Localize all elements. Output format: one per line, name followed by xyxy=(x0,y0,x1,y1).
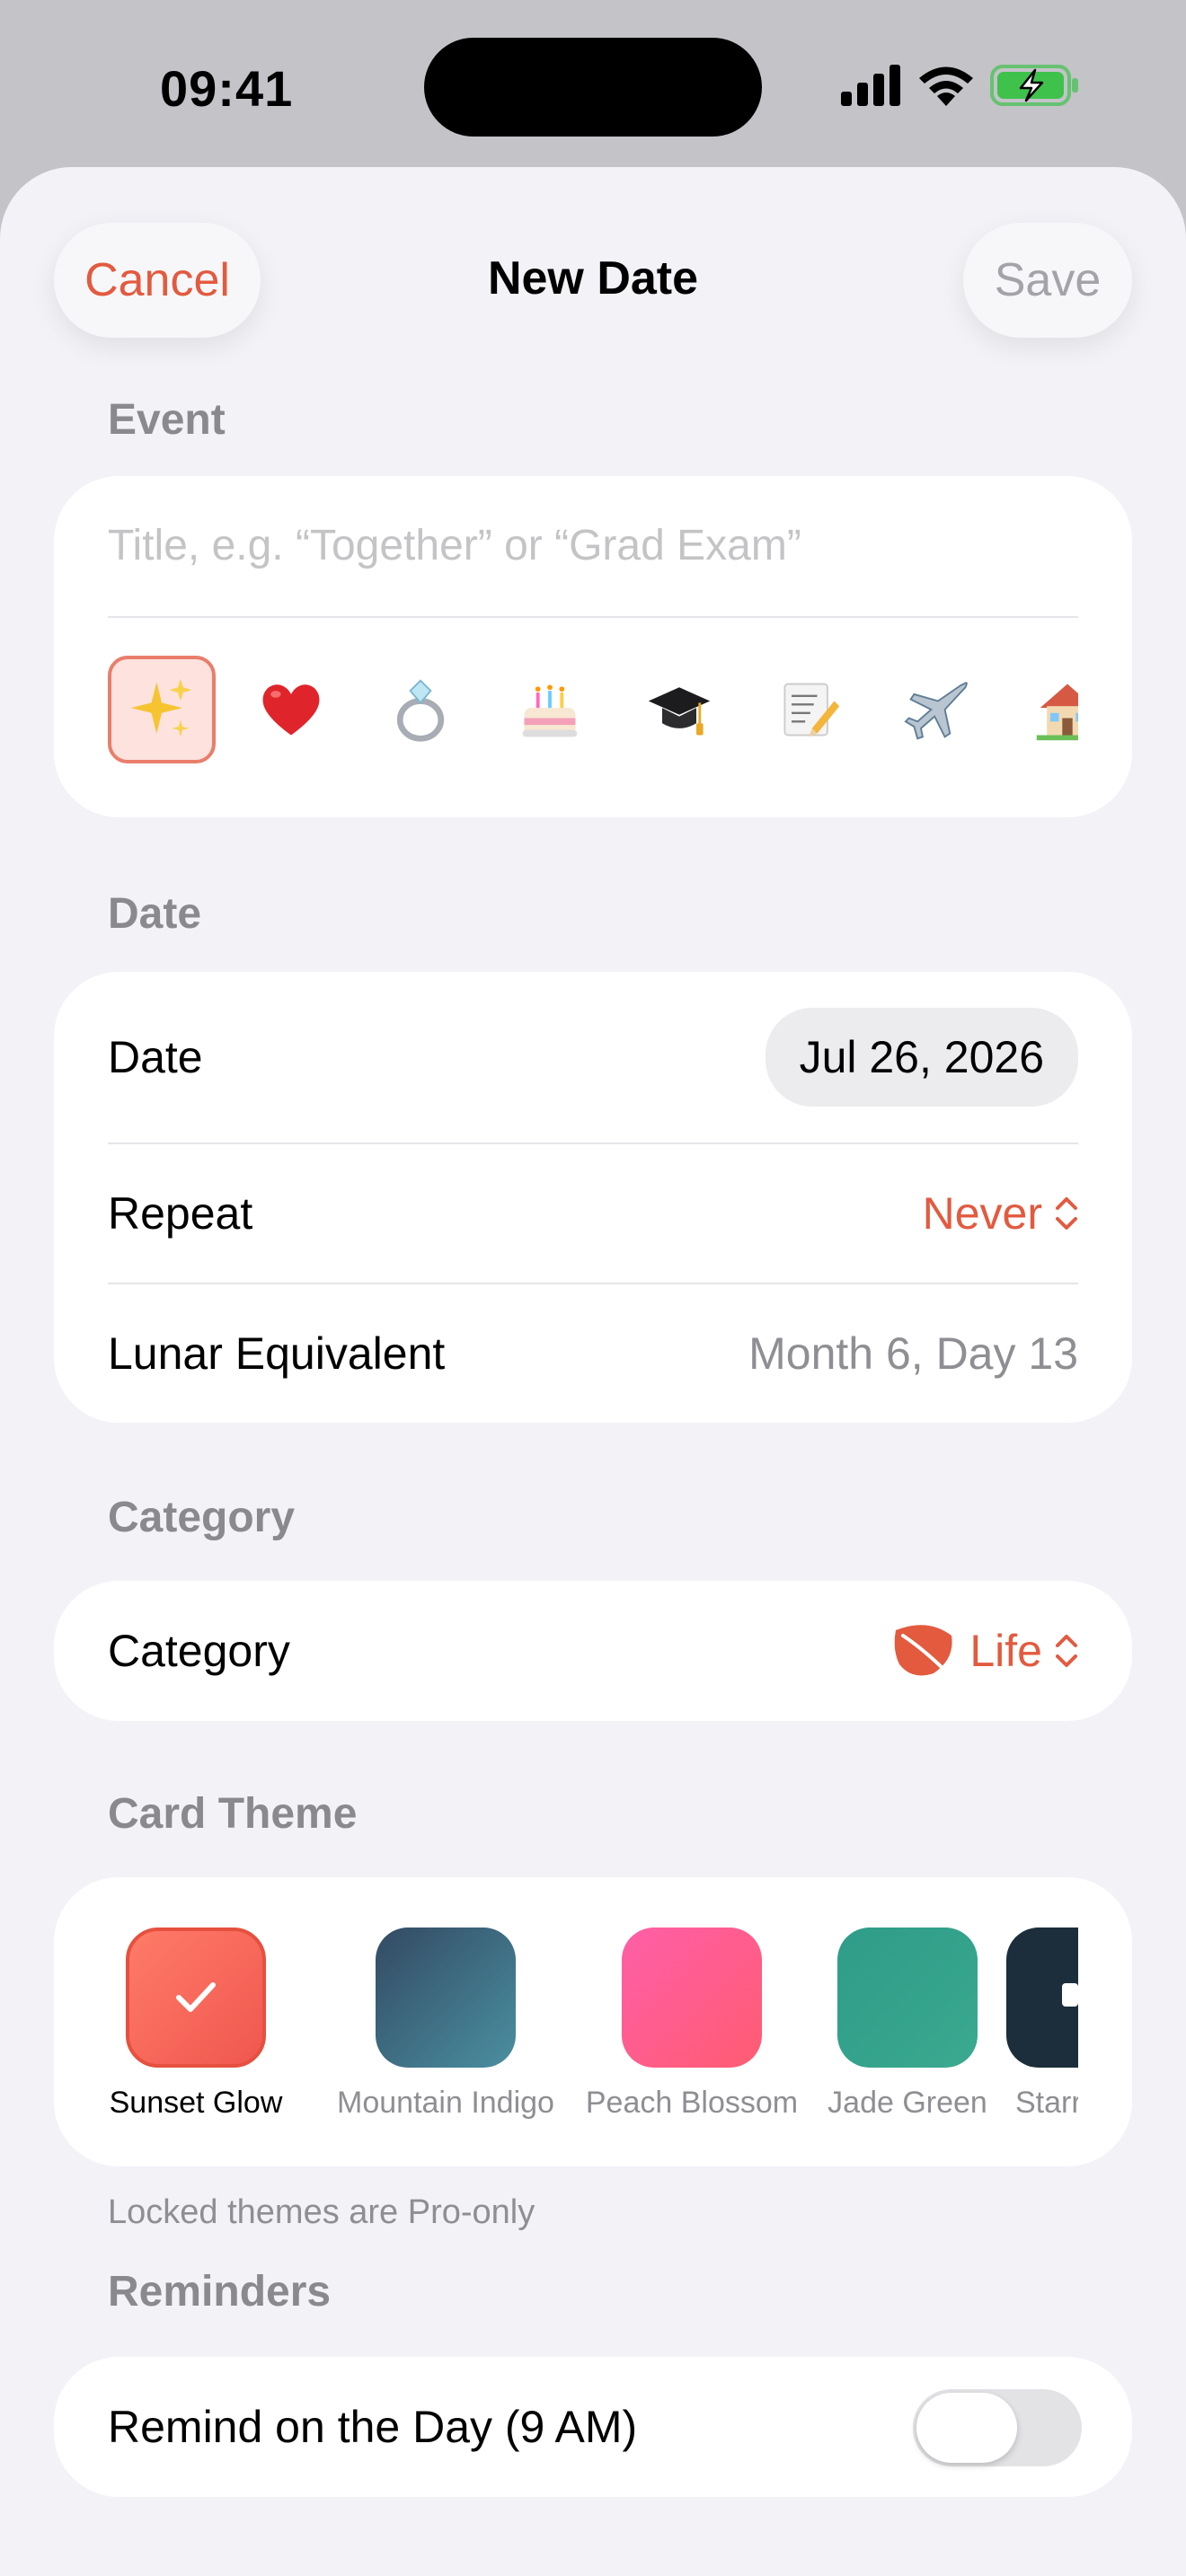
remind-row: Remind on the Day (9 AM) xyxy=(54,2357,1132,2497)
repeat-label: Repeat xyxy=(108,1188,253,1239)
new-date-sheet: Cancel New Date Save Event Title, e.g. “… xyxy=(0,167,1186,2576)
lock-icon xyxy=(1062,1983,1078,2007)
leaf-icon xyxy=(895,1625,952,1676)
graduation-cap-icon[interactable] xyxy=(625,656,733,763)
checkmark-icon xyxy=(176,1982,216,2012)
save-button[interactable]: Save xyxy=(963,223,1132,338)
wifi-icon xyxy=(919,66,973,106)
section-header-card-theme: Card Theme xyxy=(108,1790,358,1838)
date-row: Date Jul 26, 2026 xyxy=(54,972,1132,1142)
status-time: 09:41 xyxy=(160,60,294,117)
remind-label: Remind on the Day (9 AM) xyxy=(108,2402,638,2452)
reminders-card: Remind on the Day (9 AM) xyxy=(54,2357,1132,2497)
date-card: Date Jul 26, 2026 Repeat Never Lunar Equ… xyxy=(54,972,1132,1423)
theme-mountain-indigo[interactable]: Mountain Indigo xyxy=(320,1928,571,2121)
repeat-value[interactable]: Never xyxy=(923,1187,1042,1239)
airplane-icon[interactable] xyxy=(884,656,992,763)
ring-icon[interactable] xyxy=(367,656,474,763)
lunar-value: Month 6, Day 13 xyxy=(748,1328,1078,1379)
section-header-reminders: Reminders xyxy=(108,2268,332,2316)
house-icon[interactable] xyxy=(1013,656,1078,763)
remind-toggle[interactable] xyxy=(913,2389,1082,2466)
section-header-category: Category xyxy=(108,1494,296,1541)
sparkles-icon[interactable] xyxy=(108,656,216,763)
battery-charging-icon xyxy=(990,65,1078,106)
status-bar: 09:41 xyxy=(0,0,1186,167)
theme-swatch[interactable] xyxy=(837,1928,978,2068)
memo-icon[interactable] xyxy=(755,656,863,763)
lunar-label: Lunar Equivalent xyxy=(108,1328,446,1379)
category-label: Category xyxy=(108,1626,290,1676)
theme-name: Sunset Glow xyxy=(109,2086,283,2120)
pro-footnote: Locked themes are Pro-only xyxy=(108,2193,535,2231)
birthday-cake-icon[interactable] xyxy=(496,656,604,763)
date-label: Date xyxy=(108,1032,203,1082)
theme-name: Starry xyxy=(1015,2086,1078,2120)
category-value[interactable]: Life xyxy=(969,1625,1042,1677)
dynamic-island xyxy=(424,38,762,137)
theme-name: Peach Blossom xyxy=(585,2086,799,2120)
theme-swatch[interactable] xyxy=(376,1928,516,2068)
theme-swatch[interactable] xyxy=(1006,1928,1078,2068)
date-picker-button[interactable]: Jul 26, 2026 xyxy=(765,1008,1078,1107)
toggle-knob xyxy=(916,2393,1017,2463)
chevron-up-down-icon xyxy=(1056,1635,1077,1667)
theme-swatch[interactable] xyxy=(622,1928,762,2068)
chevron-up-down-icon xyxy=(1056,1197,1077,1230)
category-card: Category Life xyxy=(54,1581,1132,1721)
lunar-row: Lunar Equivalent Month 6, Day 13 xyxy=(54,1284,1132,1423)
section-header-date: Date xyxy=(108,890,202,938)
section-header-event: Event xyxy=(108,396,226,444)
event-card: Title, e.g. “Together” or “Grad Exam” xyxy=(54,476,1132,817)
heart-icon[interactable] xyxy=(237,656,345,763)
repeat-row[interactable]: Repeat Never xyxy=(54,1144,1132,1283)
theme-starry[interactable]: Starry xyxy=(1006,1928,1078,2121)
title-input[interactable]: Title, e.g. “Together” or “Grad Exam” xyxy=(108,521,801,570)
theme-swatch[interactable] xyxy=(126,1928,266,2068)
theme-jade-green[interactable]: Jade Green xyxy=(818,1928,997,2121)
category-row[interactable]: Category Life xyxy=(54,1581,1132,1721)
theme-name: Jade Green xyxy=(828,2086,987,2120)
theme-picker: Sunset Glow Mountain Indigo Peach Blosso… xyxy=(108,1928,1078,2134)
theme-sunset-glow[interactable]: Sunset Glow xyxy=(108,1928,284,2121)
card-theme-card: Sunset Glow Mountain Indigo Peach Blosso… xyxy=(54,1877,1132,2166)
divider xyxy=(108,616,1078,618)
cellular-signal-icon xyxy=(841,65,900,106)
theme-name: Mountain Indigo xyxy=(337,2086,554,2120)
theme-peach-blossom[interactable]: Peach Blossom xyxy=(584,1928,800,2121)
icon-picker xyxy=(108,656,1078,763)
